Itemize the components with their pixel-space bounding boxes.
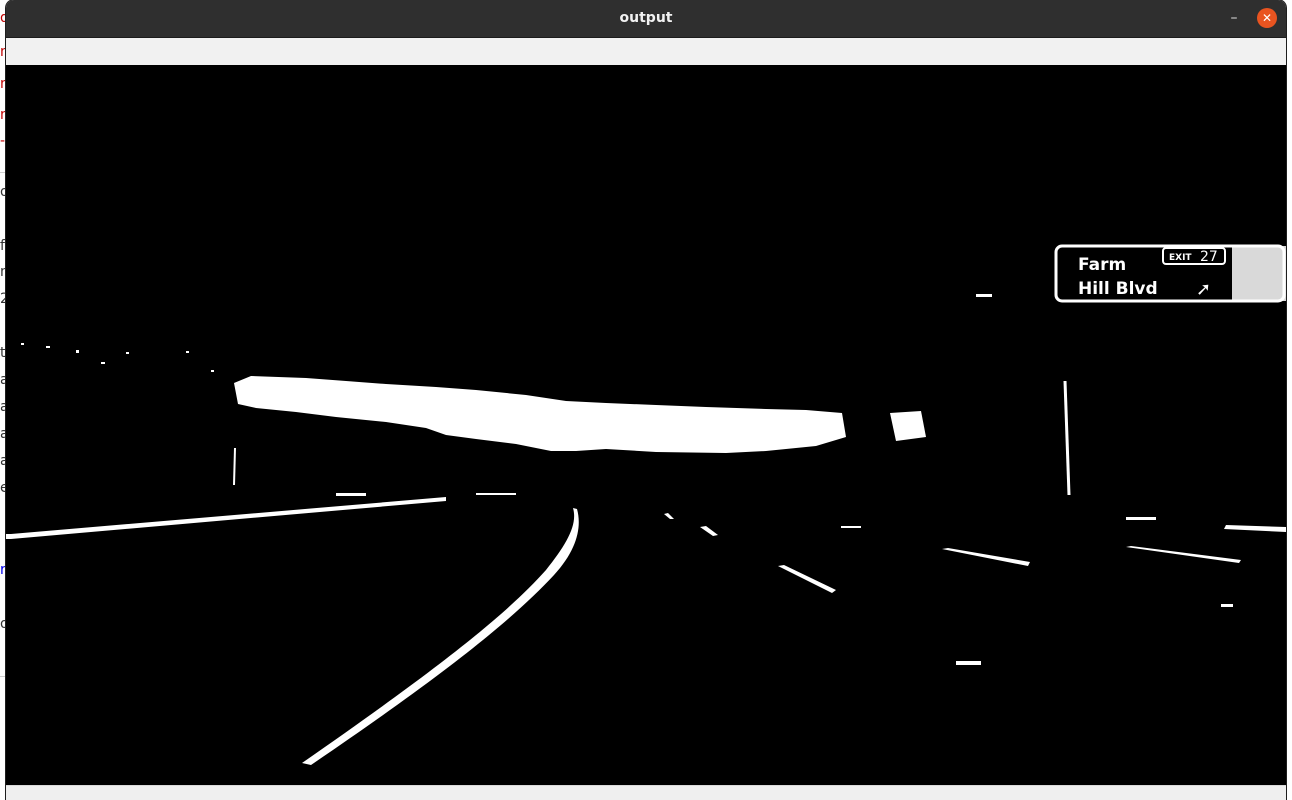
main-lane-line [302,508,579,765]
background-text: t [0,345,6,361]
exit-number: 27 [1200,249,1218,265]
left-pole [233,447,236,486]
sign-line-1: Farm [1078,255,1126,275]
sign-pole [1063,380,1071,496]
window-toolbar [6,38,1286,66]
hillside-specks [890,411,926,441]
sign-line-2: Hill Blvd [1078,279,1158,299]
thresholded-road-image: EXIT 27 Farm Hill Blvd ➚ [6,244,1286,765]
hillside-blob [234,376,846,453]
right-lane-dashes [664,513,1286,665]
left-edge-line [6,497,446,539]
background-text: f [0,238,5,254]
status-bar [6,785,1286,800]
close-button[interactable]: ✕ [1257,8,1277,28]
image-canvas[interactable]: EXIT 27 Farm Hill Blvd ➚ [6,65,1286,785]
background-text: - [0,133,6,149]
exit-label: EXIT [1169,253,1192,263]
title-bar[interactable]: output – ✕ [6,0,1286,38]
window-title: output [619,10,673,26]
background-link-text: r [0,562,6,578]
exit-arrow-icon: ➚ [1196,279,1211,300]
minimize-button[interactable]: – [1224,8,1244,28]
exit-sign: EXIT 27 Farm Hill Blvd ➚ [1054,244,1286,303]
output-window: output – ✕ EXIT 27 Farm Hill Blvd ➚ [6,0,1286,800]
